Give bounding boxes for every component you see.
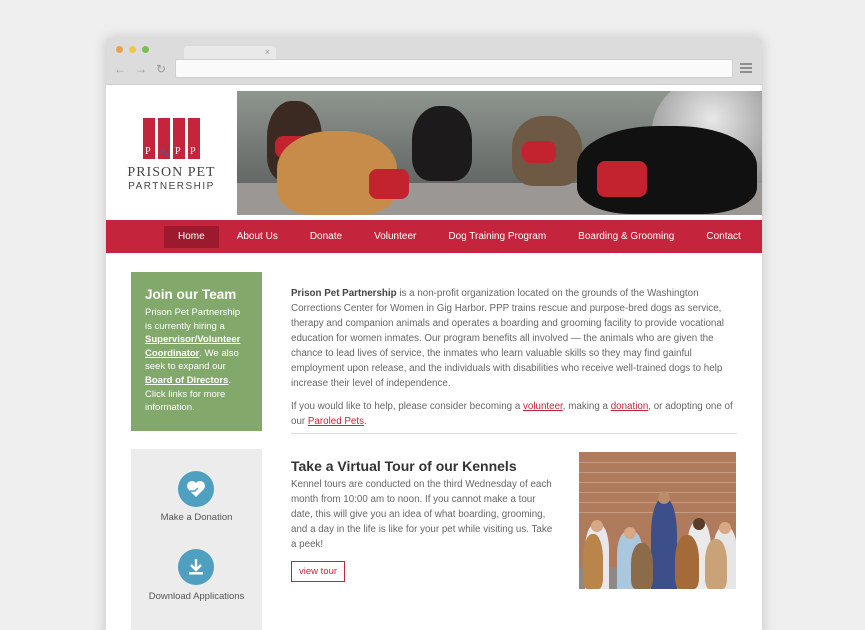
logo-mark: P 🐾 P P bbox=[143, 118, 200, 159]
quick-links-box: Make a Donation Download Applications bbox=[131, 449, 262, 630]
join-team-box: Join our Team Prison Pet Partnership is … bbox=[131, 272, 262, 431]
browser-window: × ← → ↻ P 🐾 P P PRISON PET PARTNERSHIP H… bbox=[106, 38, 762, 630]
join-team-title: Join our Team bbox=[145, 287, 237, 302]
donation-link[interactable]: donation bbox=[611, 401, 649, 412]
hero-photo-dogs bbox=[237, 91, 762, 215]
help-paragraph: If you would like to help, please consid… bbox=[291, 401, 733, 427]
back-arrow-icon[interactable]: ← bbox=[114, 62, 126, 76]
maximize-window-button[interactable] bbox=[142, 46, 149, 53]
intro-paragraph: Prison Pet Partnership is a non-profit o… bbox=[291, 288, 724, 389]
tour-title: Take a Virtual Tour of our Kennels bbox=[291, 458, 517, 474]
hamburger-menu-icon[interactable] bbox=[740, 63, 752, 75]
join-team-text: Prison Pet Partnership is currently hiri… bbox=[145, 307, 241, 414]
page-content: Join our Team Prison Pet Partnership is … bbox=[106, 253, 762, 630]
nav-boarding-grooming[interactable]: Boarding & Grooming bbox=[564, 226, 688, 248]
logo-name: PRISON PET bbox=[127, 165, 216, 180]
forward-arrow-icon[interactable]: → bbox=[135, 62, 147, 76]
address-bar[interactable] bbox=[175, 59, 733, 78]
make-donation-link[interactable]: Make a Donation bbox=[131, 512, 262, 523]
logo-subtitle: PARTNERSHIP bbox=[128, 181, 215, 192]
nav-dog-training-program[interactable]: Dog Training Program bbox=[434, 226, 560, 248]
download-applications-link[interactable]: Download Applications bbox=[131, 591, 262, 602]
browser-tab[interactable]: × bbox=[184, 46, 276, 59]
minimize-window-button[interactable] bbox=[129, 46, 136, 53]
site-header: P 🐾 P P PRISON PET PARTNERSHIP bbox=[106, 85, 762, 220]
nav-donate[interactable]: Donate bbox=[296, 226, 356, 248]
close-window-button[interactable] bbox=[116, 46, 123, 53]
tour-text: Kennel tours are conducted on the third … bbox=[291, 479, 553, 550]
view-tour-button[interactable]: view tour bbox=[291, 561, 346, 582]
site-logo[interactable]: P 🐾 P P PRISON PET PARTNERSHIP bbox=[106, 85, 237, 220]
intro-section: Prison Pet Partnership is a non-profit o… bbox=[291, 286, 737, 429]
download-icon[interactable] bbox=[178, 549, 214, 585]
org-name: Prison Pet Partnership bbox=[291, 288, 397, 299]
window-controls bbox=[116, 46, 149, 53]
paroled-pets-link[interactable]: Paroled Pets bbox=[308, 416, 364, 427]
browser-nav-buttons: ← → ↻ bbox=[114, 62, 166, 76]
browser-chrome: × ← → ↻ bbox=[106, 38, 762, 85]
nav-volunteer[interactable]: Volunteer bbox=[360, 226, 430, 248]
board-of-directors-link[interactable]: Board of Directors bbox=[145, 375, 228, 386]
nav-home[interactable]: Home bbox=[164, 225, 219, 248]
nav-about-us[interactable]: About Us bbox=[223, 226, 292, 248]
volunteer-link[interactable]: volunteer bbox=[523, 401, 563, 412]
heart-hands-icon[interactable] bbox=[178, 471, 214, 507]
tab-close-icon[interactable]: × bbox=[265, 46, 270, 59]
kennel-staff-photo bbox=[579, 452, 736, 589]
divider bbox=[291, 433, 737, 434]
reload-icon[interactable]: ↻ bbox=[156, 62, 166, 76]
main-nav: Home About Us Donate Volunteer Dog Train… bbox=[106, 220, 762, 253]
nav-contact[interactable]: Contact bbox=[692, 226, 754, 248]
